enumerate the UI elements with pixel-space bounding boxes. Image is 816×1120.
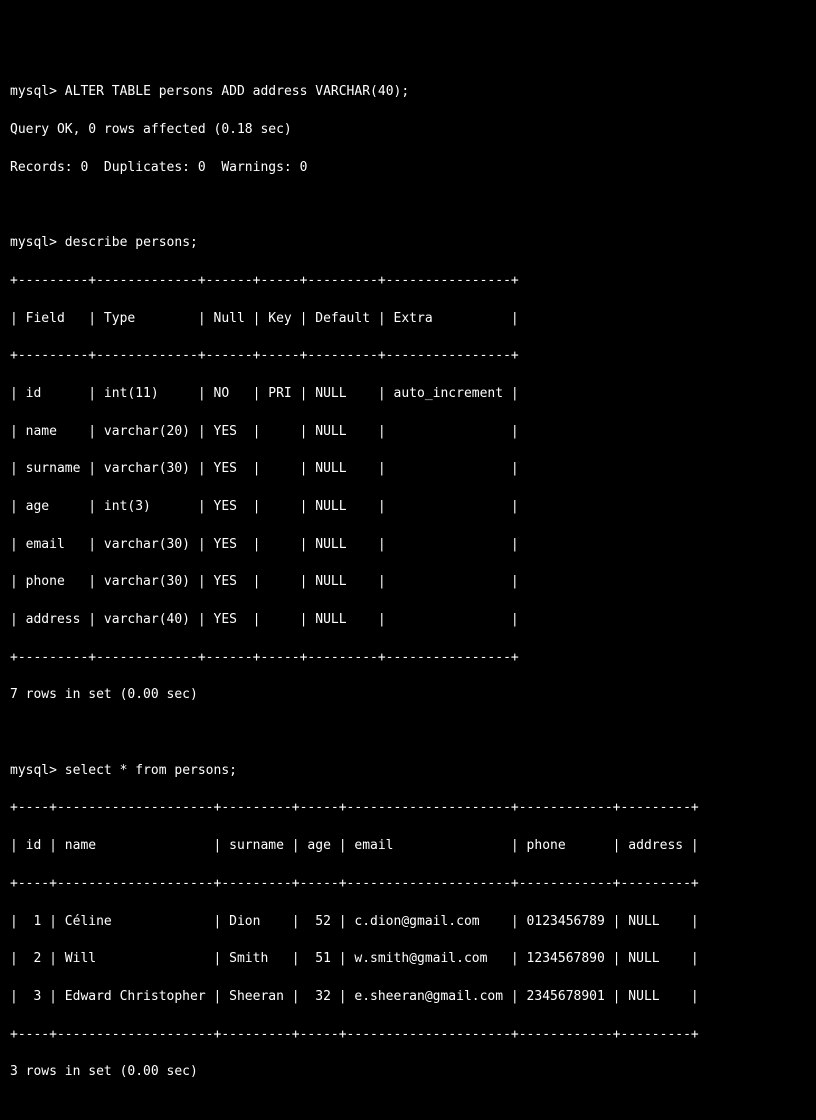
prompt-line: mysql> describe persons; bbox=[10, 234, 806, 253]
describe-header: | Field | Type | Null | Key | Default | … bbox=[10, 310, 806, 329]
select-border: +----+--------------------+---------+---… bbox=[10, 875, 806, 894]
mysql-prompt: mysql> bbox=[10, 235, 57, 250]
describe-row: | address | varchar(40) | YES | | NULL |… bbox=[10, 611, 806, 630]
select-border: +----+--------------------+---------+---… bbox=[10, 1026, 806, 1045]
blank-line bbox=[10, 1101, 806, 1120]
select-row: | 1 | Céline | Dion | 52 | c.dion@gmail.… bbox=[10, 913, 806, 932]
describe-border: +---------+-------------+------+-----+--… bbox=[10, 347, 806, 366]
describe-border: +---------+-------------+------+-----+--… bbox=[10, 272, 806, 291]
select-header: | id | name | surname | age | email | ph… bbox=[10, 837, 806, 856]
mysql-prompt: mysql> bbox=[10, 763, 57, 778]
prompt-line: mysql> ALTER TABLE persons ADD address V… bbox=[10, 83, 806, 102]
records-line: Records: 0 Duplicates: 0 Warnings: 0 bbox=[10, 159, 806, 178]
command-describe: describe persons; bbox=[65, 235, 198, 250]
select-footer: 3 rows in set (0.00 sec) bbox=[10, 1063, 806, 1082]
describe-row: | email | varchar(30) | YES | | NULL | | bbox=[10, 536, 806, 555]
query-ok-line: Query OK, 0 rows affected (0.18 sec) bbox=[10, 121, 806, 140]
command-alter: ALTER TABLE persons ADD address VARCHAR(… bbox=[65, 84, 409, 99]
blank-line bbox=[10, 724, 806, 743]
blank-line bbox=[10, 196, 806, 215]
select-border: +----+--------------------+---------+---… bbox=[10, 799, 806, 818]
command-select: select * from persons; bbox=[65, 763, 237, 778]
describe-footer: 7 rows in set (0.00 sec) bbox=[10, 686, 806, 705]
prompt-line: mysql> select * from persons; bbox=[10, 762, 806, 781]
select-row: | 3 | Edward Christopher | Sheeran | 32 … bbox=[10, 988, 806, 1007]
describe-row: | id | int(11) | NO | PRI | NULL | auto_… bbox=[10, 385, 806, 404]
describe-row: | name | varchar(20) | YES | | NULL | | bbox=[10, 423, 806, 442]
select-row: | 2 | Will | Smith | 51 | w.smith@gmail.… bbox=[10, 950, 806, 969]
describe-border: +---------+-------------+------+-----+--… bbox=[10, 649, 806, 668]
describe-row: | surname | varchar(30) | YES | | NULL |… bbox=[10, 460, 806, 479]
describe-row: | phone | varchar(30) | YES | | NULL | | bbox=[10, 573, 806, 592]
describe-row: | age | int(3) | YES | | NULL | | bbox=[10, 498, 806, 517]
mysql-prompt: mysql> bbox=[10, 84, 57, 99]
